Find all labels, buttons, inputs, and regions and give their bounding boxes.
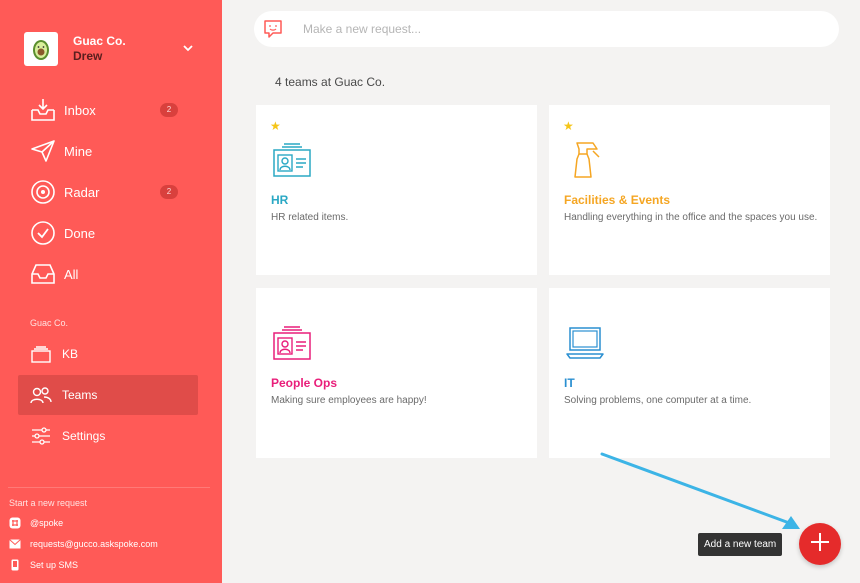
team-name: HR	[271, 193, 289, 207]
radar-badge: 2	[160, 185, 178, 199]
inbox-icon	[30, 97, 56, 123]
user-name: Drew	[73, 49, 103, 63]
contact-label: requests@gucco.askspoke.com	[30, 539, 158, 549]
nav-radar[interactable]: Radar 2	[18, 172, 198, 212]
team-description: Making sure employees are happy!	[271, 395, 427, 406]
org-name: Guac Co.	[73, 34, 126, 48]
radar-icon	[30, 179, 56, 205]
nav-done[interactable]: Done	[18, 213, 198, 253]
nav-label: Radar	[64, 184, 100, 200]
team-card-facilities[interactable]: ★ Facilities & Events Handling everythin…	[549, 105, 830, 275]
envelope-icon	[9, 538, 21, 550]
annotation-arrow-icon	[600, 452, 800, 529]
new-request-input[interactable]	[303, 22, 783, 36]
nav-settings[interactable]: Settings	[18, 416, 198, 456]
star-icon[interactable]: ★	[270, 119, 281, 133]
check-circle-icon	[30, 220, 56, 246]
nav-inbox[interactable]: Inbox 2	[18, 90, 198, 130]
star-icon[interactable]: ★	[563, 119, 574, 133]
team-description: Solving problems, one computer at a time…	[564, 395, 752, 406]
team-name: People Ops	[271, 376, 338, 390]
nav-label: KB	[62, 347, 79, 361]
nav-all[interactable]: All	[18, 254, 198, 294]
phone-icon	[9, 559, 21, 571]
speech-bubble-icon	[263, 19, 283, 39]
nav-label: Inbox	[64, 102, 96, 118]
nav-kb[interactable]: KB	[18, 334, 198, 374]
tray-icon	[30, 261, 56, 287]
people-icon	[30, 384, 52, 406]
nav-label: Mine	[64, 143, 93, 159]
nav-label: Settings	[62, 429, 106, 443]
id-card-icon	[272, 140, 312, 180]
nav-teams[interactable]: Teams	[18, 375, 198, 415]
nav-label: All	[64, 266, 79, 282]
team-description: HR related items.	[271, 212, 349, 223]
section-label: Guac Co.	[30, 318, 69, 328]
teams-count: 4 teams at Guac Co.	[275, 75, 386, 89]
laptop-icon	[565, 323, 605, 363]
plus-icon	[810, 532, 830, 557]
nav-mine[interactable]: Mine	[18, 131, 198, 171]
divider	[8, 487, 210, 488]
add-team-tooltip: Add a new team	[698, 533, 783, 556]
sliders-icon	[30, 425, 52, 447]
contact-sms[interactable]: Set up SMS	[9, 558, 78, 572]
contact-email[interactable]: requests@gucco.askspoke.com	[9, 537, 158, 551]
inbox-badge: 2	[160, 103, 178, 117]
team-description: Handling everything in the office and th…	[564, 212, 818, 223]
sidebar: Guac Co. Drew Inbox 2 Mine Radar 2 Done	[0, 0, 222, 583]
add-team-button[interactable]	[799, 523, 841, 565]
new-request-bar[interactable]	[254, 11, 839, 47]
slack-icon	[9, 517, 21, 529]
team-card-people-ops[interactable]: People Ops Making sure employees are hap…	[256, 288, 537, 458]
nav-label: Done	[64, 225, 96, 241]
chevron-down-icon[interactable]	[182, 41, 194, 59]
nav-label: Teams	[62, 388, 98, 402]
spray-bottle-icon	[565, 140, 605, 180]
contact-slack[interactable]: @spoke	[9, 516, 63, 530]
paper-plane-icon	[30, 138, 56, 164]
start-request-label: Start a new request	[9, 498, 88, 508]
org-switcher[interactable]: Guac Co. Drew	[24, 31, 194, 67]
id-card-icon	[272, 323, 312, 363]
team-card-it[interactable]: IT Solving problems, one computer at a t…	[549, 288, 830, 458]
avocado-logo-icon	[24, 32, 58, 66]
team-name: Facilities & Events	[564, 193, 671, 207]
contact-label: Set up SMS	[30, 560, 79, 570]
team-card-hr[interactable]: ★ HR HR related items.	[256, 105, 537, 275]
layers-icon	[30, 343, 52, 365]
contact-label: @spoke	[30, 518, 64, 528]
team-name: IT	[564, 376, 575, 390]
